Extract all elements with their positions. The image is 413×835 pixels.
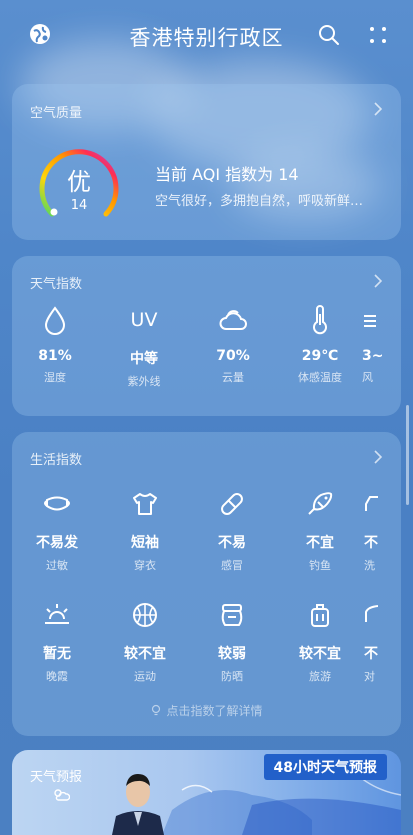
pill-icon xyxy=(221,493,243,515)
car-icon xyxy=(365,496,378,511)
drop-icon xyxy=(44,306,66,335)
chevron-right-icon xyxy=(374,450,383,464)
allergy-item[interactable]: 不易发 过敏 xyxy=(17,488,97,573)
carwash-label: 洗 xyxy=(364,559,375,572)
thermometer-icon xyxy=(313,305,327,335)
aqi-value: 14 xyxy=(70,198,88,213)
clothing-label: 穿衣 xyxy=(134,559,156,572)
allergy-label: 过敏 xyxy=(46,559,68,572)
allergy-value: 不易发 xyxy=(36,535,78,551)
air-quality-title: 空气质量 xyxy=(30,106,83,121)
wind-item[interactable]: 3~ 风 xyxy=(362,304,401,385)
exercise-item[interactable]: 较不宜 运动 xyxy=(105,599,185,684)
umbrella-icon xyxy=(365,605,378,622)
humidity-label: 湿度 xyxy=(44,371,66,384)
travel-value: 较不宜 xyxy=(299,646,341,662)
cloud-cover-value: 70% xyxy=(216,348,250,364)
travel-item[interactable]: 较不宜 旅游 xyxy=(280,599,360,684)
uv-item[interactable]: UV 中等 紫外线 xyxy=(104,304,184,389)
clothing-value: 短袖 xyxy=(131,535,159,551)
sun-protection-value: 较弱 xyxy=(218,646,246,662)
partly-cloudy-icon xyxy=(54,789,70,801)
ball-icon xyxy=(133,603,157,627)
exercise-value: 较不宜 xyxy=(124,646,166,662)
sunset-glow-label: 晚霞 xyxy=(46,670,68,683)
sun-protection-item[interactable]: 较弱 防晒 xyxy=(192,599,272,684)
sun-protection-label: 防晒 xyxy=(221,670,243,683)
chevron-right-icon xyxy=(374,102,383,116)
life-index-hint-text: 点击指数了解详情 xyxy=(166,704,263,718)
travel-label: 旅游 xyxy=(309,670,331,683)
feels-like-value: 29℃ xyxy=(301,348,339,364)
cold-value: 不易 xyxy=(218,535,246,551)
cold-item[interactable]: 不易 感冒 xyxy=(192,488,272,573)
exercise-label: 运动 xyxy=(134,670,156,683)
carwash-item[interactable]: 不 洗 xyxy=(364,488,401,573)
luggage-icon xyxy=(311,604,329,627)
more-menu-icon[interactable] xyxy=(368,25,388,45)
sunset-icon xyxy=(45,604,69,624)
page-title: 香港特别行政区 xyxy=(129,26,284,50)
scrollbar[interactable] xyxy=(406,405,409,505)
fishing-label: 钓鱼 xyxy=(309,559,331,572)
clothing-item[interactable]: 短袖 穿衣 xyxy=(105,488,185,573)
wind-icon xyxy=(364,315,376,327)
sunset-glow-item[interactable]: 暂无 晚霞 xyxy=(17,599,97,684)
sunset-glow-value: 暂无 xyxy=(43,646,71,662)
feels-like-item[interactable]: 29℃ 体感温度 xyxy=(280,304,360,385)
lightbulb-icon xyxy=(152,704,161,716)
forecast-title: 天气预报 xyxy=(30,770,83,785)
umbrella-item[interactable]: 不 对 xyxy=(364,599,401,684)
life-index-hint[interactable]: 点击指数了解详情 xyxy=(12,702,401,719)
aqi-headline: 当前 AQI 指数为 14 xyxy=(155,165,299,184)
umbrella-label: 对 xyxy=(364,670,375,683)
uv-value: 中等 xyxy=(130,351,158,367)
cold-label: 感冒 xyxy=(221,559,243,572)
humidity-value: 81% xyxy=(38,348,72,364)
air-quality-card[interactable]: 空气质量 优 14 当前 AQI 指数为 14 空气很好，多拥抱自然，呼吸新鲜… xyxy=(12,84,401,240)
cloud-cover-item[interactable]: 70% 云量 xyxy=(193,304,273,385)
life-index-title: 生活指数 xyxy=(30,453,83,468)
aqi-advice: 空气很好，多拥抱自然，呼吸新鲜… xyxy=(155,194,364,209)
top-bar: 香港特别行政区 xyxy=(0,0,413,70)
weather-index-title: 天气指数 xyxy=(30,277,83,292)
search-icon[interactable] xyxy=(317,23,341,47)
sunscreen-icon xyxy=(221,604,243,626)
fishing-value: 不宜 xyxy=(306,535,334,551)
cloud-icon xyxy=(219,310,247,330)
aqi-grade: 优 xyxy=(67,168,91,196)
cloud-cover-label: 云量 xyxy=(222,371,244,384)
forecast-48h-badge: 48小时天气预报 xyxy=(263,754,387,780)
wind-value: 3~ xyxy=(362,348,384,364)
umbrella-value: 不 xyxy=(364,646,378,662)
shirt-icon xyxy=(133,493,157,515)
wind-label: 风 xyxy=(362,371,373,384)
weather-index-card[interactable]: 天气指数 81% 湿度 UV 中等 紫外线 70% 云量 29℃ 体感温度 3~… xyxy=(12,256,401,416)
humidity-item[interactable]: 81% 湿度 xyxy=(15,304,95,385)
uv-icon: UV xyxy=(130,309,158,331)
feels-like-label: 体感温度 xyxy=(298,371,342,384)
forecast-card[interactable]: 天气预报 48小时天气预报 xyxy=(12,750,401,835)
mask-icon xyxy=(44,496,70,511)
fishing-item[interactable]: 不宜 钓鱼 xyxy=(280,488,360,573)
chevron-right-icon xyxy=(374,274,383,288)
life-index-card[interactable]: 生活指数 不易发 过敏 短袖 穿衣 不易 感冒 不宜 钓鱼 不 洗 暂无 晚霞 … xyxy=(12,432,401,736)
carwash-value: 不 xyxy=(364,535,378,551)
uv-label: 紫外线 xyxy=(127,375,161,388)
fish-icon xyxy=(308,492,333,515)
presenter-image xyxy=(112,774,164,835)
